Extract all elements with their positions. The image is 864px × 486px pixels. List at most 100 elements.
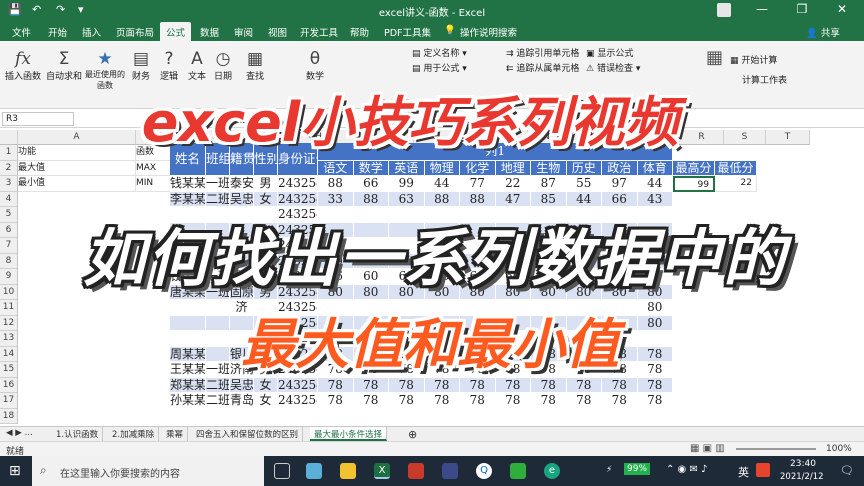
subject-header[interactable]: 物理 — [424, 160, 460, 176]
subject-header[interactable]: 体育 — [637, 160, 673, 176]
table-cell[interactable]: 青岛 — [230, 393, 254, 409]
score-cell[interactable]: 78 — [460, 377, 496, 393]
row-header[interactable]: 7 — [0, 238, 18, 254]
battery-indicator[interactable]: 99% — [624, 463, 651, 475]
score-cell[interactable]: 99 — [389, 176, 425, 192]
app-icon-4[interactable]: Q — [476, 463, 492, 479]
score-cell[interactable]: 33 — [318, 191, 354, 207]
table-cell[interactable]: 女 — [254, 393, 278, 409]
app-icon-5[interactable] — [510, 463, 526, 479]
table-cell[interactable]: 泰安 — [230, 176, 254, 192]
score-cell[interactable]: 78 — [318, 393, 354, 409]
score-cell[interactable]: 78 — [495, 393, 531, 409]
row-header[interactable]: 13 — [0, 331, 18, 347]
app-icon-3[interactable] — [442, 463, 458, 479]
show-formulas-button[interactable]: ▣ 显示公式 — [586, 46, 633, 59]
tab-help[interactable]: 帮助 — [350, 25, 369, 39]
table-cell[interactable]: 郑某某 — [170, 377, 206, 393]
score-cell[interactable]: 88 — [460, 191, 496, 207]
subject-header[interactable]: 政治 — [602, 160, 638, 176]
score-cell[interactable]: 78 — [389, 377, 425, 393]
score-cell[interactable]: 78 — [495, 377, 531, 393]
task-view-icon[interactable] — [274, 463, 290, 479]
table-cell[interactable]: 钱某某 — [170, 176, 206, 192]
table-cell[interactable]: 吴忠 — [230, 191, 254, 207]
ime-indicator[interactable]: 英 — [738, 464, 749, 480]
score-cell[interactable]: 85 — [531, 191, 567, 207]
trace-precedents-button[interactable]: ⇉ 追踪引用单元格 — [506, 46, 579, 59]
zoom-slider[interactable] — [736, 448, 816, 450]
tab-view[interactable]: 视图 — [268, 25, 287, 39]
row-header[interactable]: 8 — [0, 253, 18, 269]
notification-icon[interactable]: 🗨 — [840, 464, 854, 477]
app-icon-2[interactable] — [408, 463, 424, 479]
excel-taskbar-icon[interactable]: X — [374, 463, 390, 479]
zoom-level[interactable]: 100% — [826, 444, 852, 454]
score-cell[interactable]: 44 — [566, 191, 602, 207]
subject-header[interactable]: 化学 — [460, 160, 496, 176]
close-button[interactable]: ✕ — [822, 2, 862, 16]
use-in-formula-button[interactable]: ▤ 用于公式 ▾ — [412, 61, 467, 74]
tell-me-search[interactable]: 操作说明搜索 — [460, 25, 517, 39]
score-cell[interactable]: 78 — [637, 393, 673, 409]
table-cell[interactable]: 2432546 — [278, 393, 318, 409]
score-cell[interactable]: 66 — [353, 176, 389, 192]
calculate-now-button[interactable]: ▦ 开始计算 — [730, 53, 777, 66]
row-header[interactable]: 16 — [0, 377, 18, 393]
column-header[interactable]: T — [766, 130, 810, 145]
table-cell[interactable]: 2432546 — [278, 176, 318, 192]
subject-header[interactable]: 语文 — [318, 160, 354, 176]
side-table-cell[interactable]: 最大值 — [18, 160, 136, 176]
subject-header[interactable]: 英语 — [389, 160, 425, 176]
table-cell[interactable]: 孙某某 — [170, 393, 206, 409]
sheet-tab-5[interactable]: 最大最小条件选择 — [310, 427, 388, 441]
subject-header[interactable]: 数学 — [353, 160, 389, 176]
score-cell[interactable]: 78 — [531, 393, 567, 409]
score-cell[interactable]: 78 — [602, 377, 638, 393]
table-cell[interactable]: 二班 — [206, 393, 230, 409]
subject-header[interactable]: 历史 — [566, 160, 602, 176]
row-header[interactable]: 4 — [0, 191, 18, 207]
restore-button[interactable]: ❐ — [782, 2, 822, 16]
tab-data[interactable]: 数据 — [200, 25, 219, 39]
stat-header[interactable]: 最高分 — [673, 160, 715, 176]
sheet-tab-3[interactable]: 乘幂 — [162, 427, 189, 441]
taskbar-search-box[interactable]: ⌕ 在这里输入你要搜索的内容 — [32, 456, 264, 486]
score-cell[interactable]: 88 — [353, 191, 389, 207]
row-header[interactable]: 6 — [0, 222, 18, 238]
row-header[interactable]: 12 — [0, 315, 18, 331]
score-cell[interactable]: 88 — [424, 191, 460, 207]
tab-page-layout[interactable]: 页面布局 — [116, 25, 154, 39]
clock-date[interactable]: 2021/2/12 — [780, 472, 824, 482]
table-cell[interactable]: 女 — [254, 191, 278, 207]
score-cell[interactable]: 44 — [424, 176, 460, 192]
table-cell[interactable]: 二班 — [206, 191, 230, 207]
row-header[interactable]: 3 — [0, 176, 18, 192]
table-cell[interactable]: 2432546 — [278, 191, 318, 207]
sheet-tab-1[interactable]: 1.认识函数 — [52, 427, 104, 441]
select-all-corner[interactable] — [0, 130, 18, 145]
app-icon-1[interactable] — [306, 463, 322, 479]
score-cell[interactable]: 43 — [637, 191, 673, 207]
row-header[interactable]: 15 — [0, 362, 18, 378]
define-name-button[interactable]: ▤ 定义名称 ▾ — [412, 46, 467, 59]
tab-review[interactable]: 审阅 — [234, 25, 253, 39]
score-cell[interactable]: 78 — [566, 377, 602, 393]
score-cell[interactable]: 78 — [566, 393, 602, 409]
table-cell[interactable]: 女 — [254, 377, 278, 393]
row-header[interactable]: 14 — [0, 346, 18, 362]
tab-pdf-tools[interactable]: PDF工具集 — [384, 25, 431, 39]
score-cell[interactable]: 78 — [353, 393, 389, 409]
windows-start-icon[interactable]: ⊞ — [9, 463, 21, 479]
tab-insert[interactable]: 插入 — [82, 25, 101, 39]
score-cell[interactable]: 78 — [637, 377, 673, 393]
score-cell[interactable]: 78 — [460, 393, 496, 409]
score-cell[interactable]: 77 — [460, 176, 496, 192]
tab-file[interactable]: 文件 — [12, 25, 31, 39]
score-cell[interactable]: 78 — [353, 377, 389, 393]
score-cell[interactable]: 78 — [531, 377, 567, 393]
row-header[interactable]: 18 — [0, 408, 18, 424]
view-mode-icons[interactable]: ▦ ▣ ▥ — [690, 443, 725, 454]
sheet-nav-icon[interactable]: ◀ ▶ … — [2, 427, 37, 441]
score-cell[interactable]: 78 — [424, 377, 460, 393]
